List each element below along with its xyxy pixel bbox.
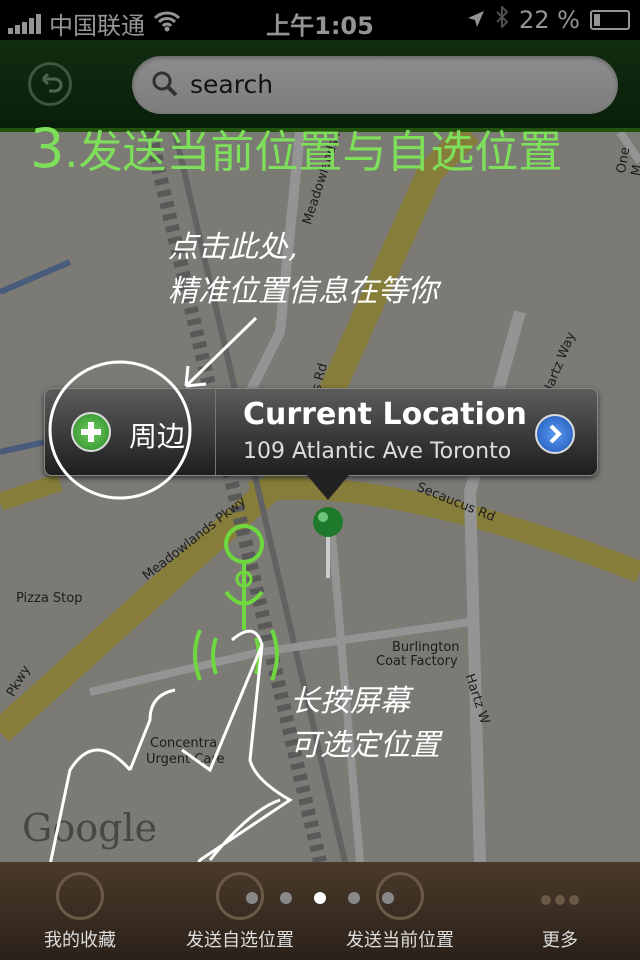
headline-text: .发送当前位置与自选位置 (64, 127, 563, 178)
tab-favorites-label: 我的收藏 (44, 930, 116, 951)
tab-more[interactable]: 更多 (480, 862, 640, 960)
page-dot[interactable] (348, 892, 360, 904)
tab-send-custom[interactable]: 发送自选位置 (160, 862, 320, 960)
tab-bar: 我的收藏 发送自选位置 发送当前位置 更多 (0, 862, 640, 960)
tab-send-current[interactable]: 发送当前位置 (320, 862, 480, 960)
tab-favorites[interactable]: 我的收藏 (0, 862, 160, 960)
tab-send-current-label: 发送当前位置 (346, 930, 454, 951)
location-marker-icon (224, 524, 265, 630)
more-dots-icon (536, 872, 584, 920)
page-dot[interactable] (382, 892, 394, 904)
page-dot[interactable] (246, 892, 258, 904)
headline-number: 3 (30, 117, 65, 180)
tutorial-headline: 3.发送当前位置与自选位置 (30, 116, 562, 180)
page-indicator (246, 892, 394, 904)
tutorial-drawing (28, 316, 293, 960)
arrow-icon (184, 316, 258, 388)
highlight-circle (48, 360, 192, 500)
page-dot[interactable] (280, 892, 292, 904)
page-dot-active[interactable] (314, 892, 326, 904)
tab-more-label: 更多 (542, 930, 578, 951)
tab-send-custom-label: 发送自选位置 (186, 930, 294, 951)
heart-icon (56, 872, 104, 920)
tap-hint-line1: 点击此处, (168, 230, 298, 265)
